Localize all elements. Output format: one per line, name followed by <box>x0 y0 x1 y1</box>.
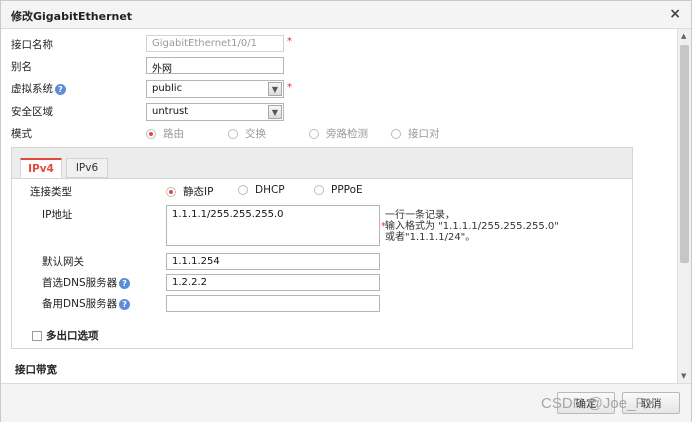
bandwidth-section-title: 接口带宽 <box>15 364 57 376</box>
help-icon[interactable]: ? <box>119 298 131 310</box>
gateway-label: 默认网关 <box>42 256 84 268</box>
alias-input[interactable]: 外网 <box>146 57 284 75</box>
connection-type-label: 连接类型 <box>30 186 72 198</box>
radio-dot <box>391 128 401 139</box>
scrollbar-thumb[interactable] <box>680 45 689 263</box>
multi-egress-checkbox[interactable]: 多出口选项 <box>32 328 99 343</box>
dns-primary-input[interactable]: 1.2.2.2 <box>166 274 380 291</box>
interface-name-label: 接口名称 <box>11 39 53 51</box>
hint-line-1: 一行一条记录， <box>385 210 455 221</box>
close-icon[interactable]: × <box>669 6 681 22</box>
virtual-system-value: public <box>152 83 183 94</box>
security-zone-label: 安全区域 <box>11 106 53 118</box>
dns-secondary-input[interactable] <box>166 295 380 312</box>
ip-address-textarea[interactable]: 1.1.1.1/255.255.255.0 <box>166 205 380 246</box>
radio-dot <box>146 128 156 139</box>
virtual-system-label: 虚拟系统? <box>11 81 66 96</box>
dns-secondary-label-text: 备用DNS服务器 <box>42 298 118 310</box>
radio-dot <box>309 128 319 139</box>
required-marker: * <box>287 36 292 47</box>
conn-radio-dhcp[interactable]: DHCP <box>238 184 285 196</box>
security-zone-select[interactable]: untrust ▼ <box>146 103 284 121</box>
vertical-scrollbar[interactable]: ▲ ▼ <box>677 29 691 383</box>
hint-line-2: 输入格式为 "1.1.1.1/255.255.255.0" <box>385 221 559 232</box>
required-marker: * <box>287 82 292 93</box>
tab-ipv6[interactable]: IPv6 <box>66 158 108 178</box>
virtual-system-label-text: 虚拟系统 <box>11 83 53 95</box>
radio-dot <box>314 185 324 195</box>
mode-radio-bypass[interactable]: 旁路检测 <box>309 126 368 141</box>
gateway-input[interactable]: 1.1.1.254 <box>166 253 380 270</box>
tab-bar: IPv4 IPv6 <box>12 148 632 179</box>
mode-route-label: 路由 <box>163 128 184 140</box>
conn-radio-static[interactable]: 静态IP <box>166 184 213 199</box>
virtual-system-select[interactable]: public ▼ <box>146 80 284 98</box>
conn-radio-pppoe[interactable]: PPPoE <box>314 184 363 196</box>
mode-radio-pair[interactable]: 接口对 <box>391 126 440 141</box>
conn-dhcp-label: DHCP <box>255 184 285 196</box>
checkbox-box[interactable] <box>32 330 42 341</box>
conn-pppoe-label: PPPoE <box>331 184 363 196</box>
ip-address-label: IP地址 <box>42 209 73 221</box>
tab-ipv4[interactable]: IPv4 <box>20 158 62 178</box>
security-zone-value: untrust <box>152 106 189 117</box>
dialog-footer: 确定 取消 <box>1 383 691 422</box>
radio-dot <box>238 185 248 195</box>
dialog-titlebar: 修改GigabitEthernet × <box>1 1 691 29</box>
dialog-content: 接口名称 GigabitEthernet1/0/1 * 别名 外网 虚拟系统? … <box>1 29 677 383</box>
dialog-title: 修改GigabitEthernet <box>11 10 133 23</box>
mode-label: 模式 <box>11 128 32 140</box>
mode-radio-route[interactable]: 路由 <box>146 126 184 141</box>
dns-primary-label-text: 首选DNS服务器 <box>42 277 118 289</box>
scroll-down-icon[interactable]: ▼ <box>681 372 686 380</box>
chevron-down-icon[interactable]: ▼ <box>268 105 282 119</box>
radio-dot <box>228 128 238 139</box>
hint-line-3: 或者"1.1.1.1/24"。 <box>385 232 476 243</box>
alias-label: 别名 <box>11 61 32 73</box>
ip-tab-panel: IPv4 IPv6 连接类型 静态IP DHCP PPPoE IP地址 1.1.… <box>11 147 633 349</box>
mode-radio-switch[interactable]: 交换 <box>228 126 266 141</box>
dns-secondary-label: 备用DNS服务器? <box>42 296 131 311</box>
cancel-button[interactable]: 取消 <box>622 392 680 414</box>
conn-static-label: 静态IP <box>183 186 214 198</box>
help-icon[interactable]: ? <box>119 277 131 289</box>
radio-dot <box>166 186 176 197</box>
chevron-down-icon[interactable]: ▼ <box>268 82 282 96</box>
edit-interface-dialog: 修改GigabitEthernet × 接口名称 GigabitEthernet… <box>0 0 692 422</box>
mode-bypass-label: 旁路检测 <box>326 128 368 140</box>
mode-pair-label: 接口对 <box>408 128 440 140</box>
dns-primary-label: 首选DNS服务器? <box>42 275 131 290</box>
scroll-up-icon[interactable]: ▲ <box>681 32 686 40</box>
mode-switch-label: 交换 <box>245 128 266 140</box>
ip-format-hint: 一行一条记录， 输入格式为 "1.1.1.1/255.255.255.0" 或者… <box>385 210 559 243</box>
ok-button[interactable]: 确定 <box>557 392 615 414</box>
multi-egress-label: 多出口选项 <box>46 330 99 342</box>
help-icon[interactable]: ? <box>55 83 66 95</box>
interface-name-field: GigabitEthernet1/0/1 <box>146 35 284 52</box>
